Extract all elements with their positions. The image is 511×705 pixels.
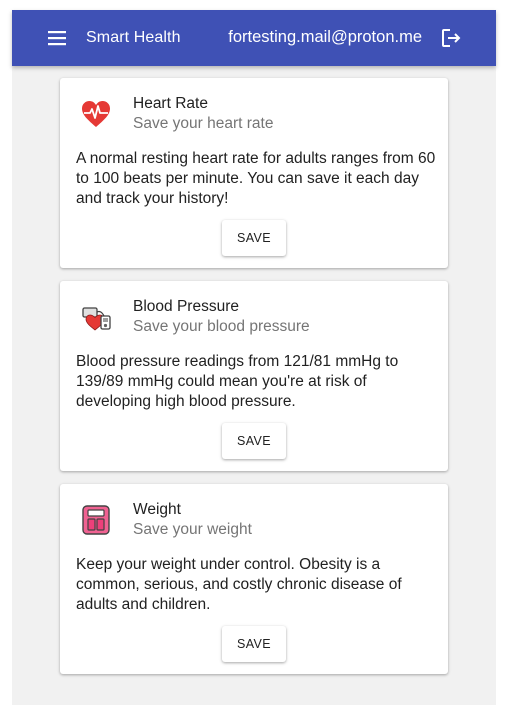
heart-rate-icon — [78, 96, 114, 132]
card-description: Keep your weight under control. Obesity … — [76, 556, 402, 613]
save-heart-rate-button[interactable]: SAVE — [222, 220, 286, 256]
menu-icon — [48, 31, 66, 46]
app-frame: Smart Health fortesting.mail@proton.me H… — [12, 10, 496, 705]
card-subtitle: Save your heart rate — [133, 115, 274, 132]
app-title: Smart Health — [86, 29, 181, 46]
card-title: Blood Pressure — [133, 298, 239, 315]
card-subtitle: Save your weight — [133, 521, 252, 538]
heart-rate-card: Heart Rate Save your heart rate A normal… — [60, 78, 448, 268]
card-title: Weight — [133, 501, 181, 518]
blood-pressure-icon — [78, 299, 114, 335]
user-email: fortesting.mail@proton.me — [228, 28, 422, 46]
menu-button[interactable] — [46, 28, 68, 48]
logout-button[interactable] — [440, 27, 462, 49]
save-blood-pressure-button[interactable]: SAVE — [222, 423, 286, 459]
logout-icon — [442, 29, 461, 47]
card-description: Blood pressure readings from 121/81 mmHg… — [76, 353, 399, 410]
weight-card: Weight Save your weight Keep your weight… — [60, 484, 448, 674]
card-description: A normal resting heart rate for adults r… — [76, 150, 436, 207]
blood-pressure-card: Blood Pressure Save your blood pressure … — [60, 281, 448, 471]
card-subtitle: Save your blood pressure — [133, 318, 310, 335]
weight-scale-icon — [78, 502, 114, 538]
card-title: Heart Rate — [133, 95, 208, 112]
save-weight-button[interactable]: SAVE — [222, 626, 286, 662]
app-bar: Smart Health fortesting.mail@proton.me — [12, 10, 496, 66]
